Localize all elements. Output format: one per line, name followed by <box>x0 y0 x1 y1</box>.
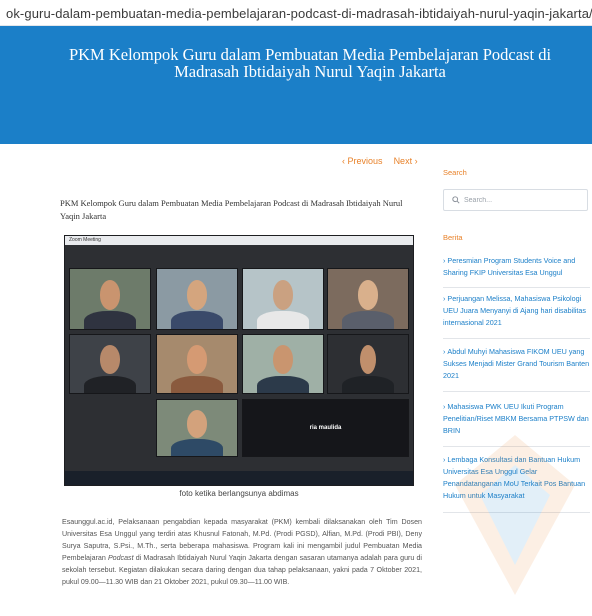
university-logo-watermark-icon <box>455 435 575 595</box>
video-tile <box>327 268 409 330</box>
address-bar[interactable]: ok-guru-dalam-pembuatan-media-pembelajar… <box>0 0 592 26</box>
chevron-right-icon: › <box>414 156 418 166</box>
article-paragraph: Esaunggul.ac.id, Pelaksanaan pengabdian … <box>62 518 422 587</box>
next-post-link[interactable]: Next <box>394 156 413 166</box>
search-icon <box>452 196 460 204</box>
zoom-window-titlebar: Zoom Meeting <box>65 236 413 245</box>
video-tile-name-only: ria maulida <box>242 399 409 457</box>
zoom-window-title: Zoom Meeting <box>69 237 101 243</box>
news-link[interactable]: › Abdul Muhyi Mahasiswa FIKOM UEU yang Su… <box>443 346 590 382</box>
post-navigation: ‹ Previous Next › <box>342 156 418 166</box>
video-tile <box>327 334 409 394</box>
previous-post-link[interactable]: Previous <box>348 156 383 166</box>
windows-taskbar <box>65 471 413 485</box>
divider <box>443 391 590 392</box>
sidebar-search-heading: Search <box>443 168 467 177</box>
chevron-right-icon: › <box>443 256 446 265</box>
article-photo-zoom-meeting: Zoom Meeting ria maulida <box>64 235 414 486</box>
address-bar-url: ok-guru-dalam-pembuatan-media-pembelajar… <box>6 6 592 21</box>
news-link[interactable]: › Peresmian Program Students Voice and Sh… <box>443 255 590 279</box>
chevron-left-icon: ‹ <box>342 156 345 166</box>
chevron-right-icon: › <box>443 402 446 411</box>
video-tile <box>242 268 324 330</box>
sidebar-news-heading: Berita <box>443 233 463 242</box>
divider <box>443 287 590 288</box>
photo-caption: foto ketika berlangsunya abdimas <box>179 489 299 498</box>
italic-term: Podcast <box>107 554 134 563</box>
video-tile <box>156 268 238 330</box>
video-tile <box>156 399 238 457</box>
page-hero-banner: PKM Kelompok Guru dalam Pembuatan Media … <box>0 26 592 144</box>
page-title: PKM Kelompok Guru dalam Pembuatan Media … <box>68 45 552 81</box>
video-tile <box>69 268 151 330</box>
video-tile <box>69 334 151 394</box>
news-link[interactable]: › Perjuangan Melissa, Mahasiswa Psikologi… <box>443 293 590 329</box>
article-title: PKM Kelompok Guru dalam Pembuatan Media … <box>60 198 403 221</box>
chevron-right-icon: › <box>443 347 446 356</box>
divider <box>443 338 590 339</box>
search-input[interactable] <box>464 193 582 207</box>
participant-name: ria maulida <box>309 424 342 431</box>
video-tile <box>156 334 238 394</box>
chevron-right-icon: › <box>443 294 446 303</box>
video-tile <box>242 334 324 394</box>
sidebar-search-box[interactable] <box>443 189 588 211</box>
